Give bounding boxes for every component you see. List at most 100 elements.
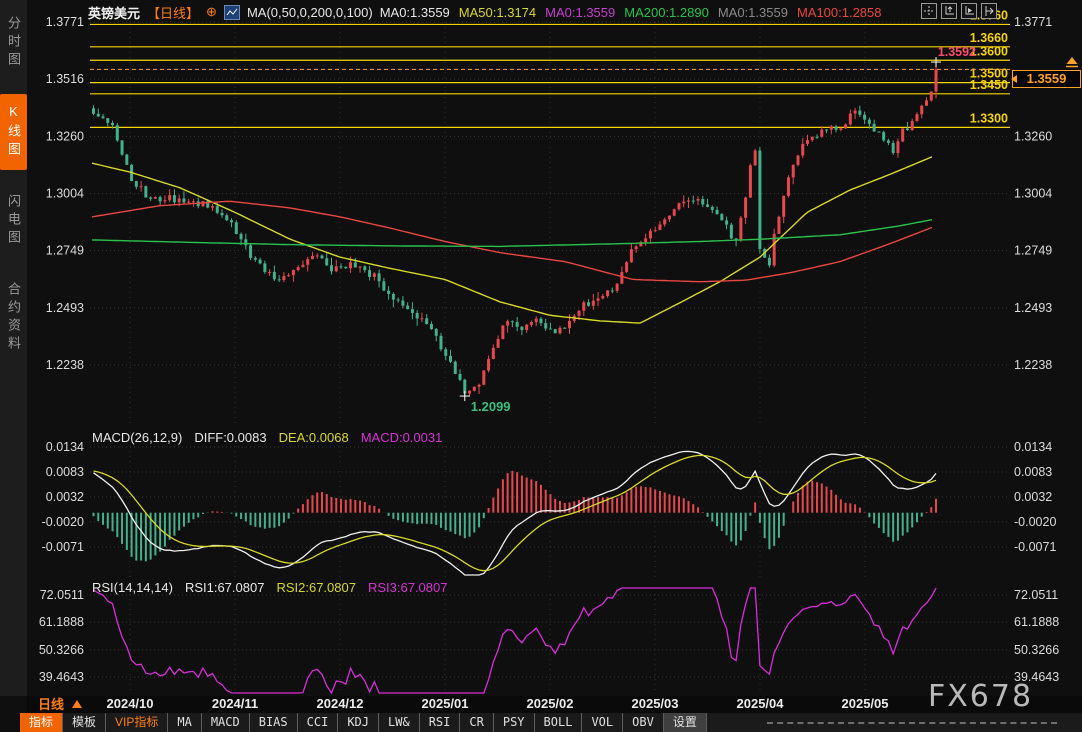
candle-body [863,115,866,120]
play-forward-icon[interactable] [961,3,977,19]
toolbar-tab-BIAS[interactable]: BIAS [250,713,298,732]
candle-body [135,181,138,187]
candle-body [606,290,609,296]
toolbar-tab-MACD[interactable]: MACD [202,713,250,732]
candle-body [682,202,685,204]
sidebar-item-candlestick-chart[interactable]: K线图 [0,94,27,170]
candle-body [582,302,585,311]
candle-body [216,206,219,213]
candle-body [868,120,871,124]
rsi2-value: RSI2:67.0807 [276,580,356,594]
x-axis-date-label: 2025/03 [632,696,679,711]
candle-body [487,359,490,370]
candle-body [111,123,114,125]
candle-body [482,371,485,385]
indicator-toolbar: 指标模板VIP指标MAMACDBIASCCIKDJLW&RSICRPSYBOLL… [20,713,1082,732]
candle-body [344,267,347,268]
candle-body [720,214,723,220]
candle-body [620,272,623,284]
toolbar-tab-BOLL[interactable]: BOLL [535,713,583,732]
candle-body [554,329,557,333]
toolbar-scroll-dashes[interactable] [767,722,1057,724]
shift-right-icon[interactable] [981,3,997,19]
toolbar-tab-VOL[interactable]: VOL [582,713,623,732]
candle-body [335,266,338,271]
candle-body [844,124,847,128]
candle-body [754,151,757,166]
toolbar-tab-OBV[interactable]: OBV [623,713,664,732]
candle-body [182,198,185,202]
candle-body [906,128,909,130]
ma-line-MA200 [92,220,932,247]
auto-scale-icon[interactable] [941,3,957,19]
candle-body [163,200,166,201]
price-axis-label-right: 1.2238 [1014,358,1052,372]
level-price-label: 1.3450 [970,78,1008,92]
rsi-axis-label-right: 61.1888 [1014,615,1059,629]
candle-body [278,279,281,280]
toolbar-tab-KDJ[interactable]: KDJ [338,713,379,732]
toolbar-tab-模板[interactable]: 模板 [63,713,106,732]
candle-body [240,234,243,239]
toolbar-tab-PSY[interactable]: PSY [494,713,535,732]
toolbar-tab-MA[interactable]: MA [168,713,201,732]
candle-body [187,202,190,203]
price-axis-label-left: 1.2493 [46,301,84,315]
sidebar-item-lightning-chart[interactable]: 闪电图 [0,184,27,258]
candle-body [221,213,224,215]
period-selector-label[interactable]: 日线 [38,697,64,712]
toolbar-tab-LW&[interactable]: LW& [379,713,420,732]
toolbar-tab-设置[interactable]: 设置 [664,713,707,732]
candle-body [935,69,938,91]
price-axis-label-left: 1.2749 [46,244,84,258]
move-icon[interactable] [921,3,937,19]
last-price-tag: 1.3559 [1012,70,1081,88]
candle-body [911,121,914,130]
macd-title: MACD(26,12,9) [92,430,182,444]
period-label[interactable]: 【日线】 [147,3,199,22]
candle-body [511,321,514,322]
toolbar-tab-RSI[interactable]: RSI [420,713,461,732]
candle-body [320,255,323,258]
scroll-to-latest-marker [1067,57,1078,64]
candle-body [520,327,523,330]
candle-body [254,258,257,260]
candle-body [140,186,143,187]
sidebar-item-timeshare-chart[interactable]: 分时图 [0,6,27,80]
candle-body [392,294,395,300]
chart-titlebar: 英镑美元 【日线】 ⊕ MA(0,50,0,200,0,100) MA0:1.3… [88,4,882,20]
fx678-watermark: FX678 [928,679,1033,714]
candle-body [630,249,633,262]
price-axis-label-left: 1.3516 [46,72,84,86]
candle-body [225,215,228,220]
candle-body [173,195,176,202]
toolbar-tab-CCI[interactable]: CCI [298,713,339,732]
candle-body [411,309,414,313]
candle-body [858,111,861,115]
macd-axis-label-right: 0.0083 [1014,465,1052,479]
chart-plot-area[interactable]: 2024/102024/112024/122025/012025/022025/… [0,0,1082,732]
x-axis-date-label: 2024/12 [317,696,364,711]
candle-body [611,290,614,291]
add-indicator-icon[interactable]: ⊕ [206,4,217,20]
candle-body [811,137,814,140]
toolbar-tab-指标[interactable]: 指标 [20,713,63,732]
candle-body [839,128,842,130]
candle-body [249,245,252,258]
candle-body [268,272,271,273]
price-axis-label-left: 1.3260 [46,129,84,143]
toolbar-tab-VIP指标[interactable]: VIP指标 [106,713,168,732]
toolbar-tab-CR[interactable]: CR [460,713,493,732]
candle-body [478,385,481,387]
macd-diff-value: DIFF:0.0083 [194,430,266,444]
candle-body [368,270,371,277]
candle-body [473,387,476,391]
mini-chart-icon[interactable] [224,5,240,20]
sidebar: 分时图 K线图 闪电图 合约资料 [0,0,27,696]
rsi-axis-label-right: 72.0511 [1014,588,1058,602]
candle-body [168,195,171,200]
macd-axis-label-left: -0.0020 [42,515,84,529]
sidebar-item-contract-info[interactable]: 合约资料 [0,272,27,364]
candle-body [692,201,695,202]
candle-body [930,92,933,101]
